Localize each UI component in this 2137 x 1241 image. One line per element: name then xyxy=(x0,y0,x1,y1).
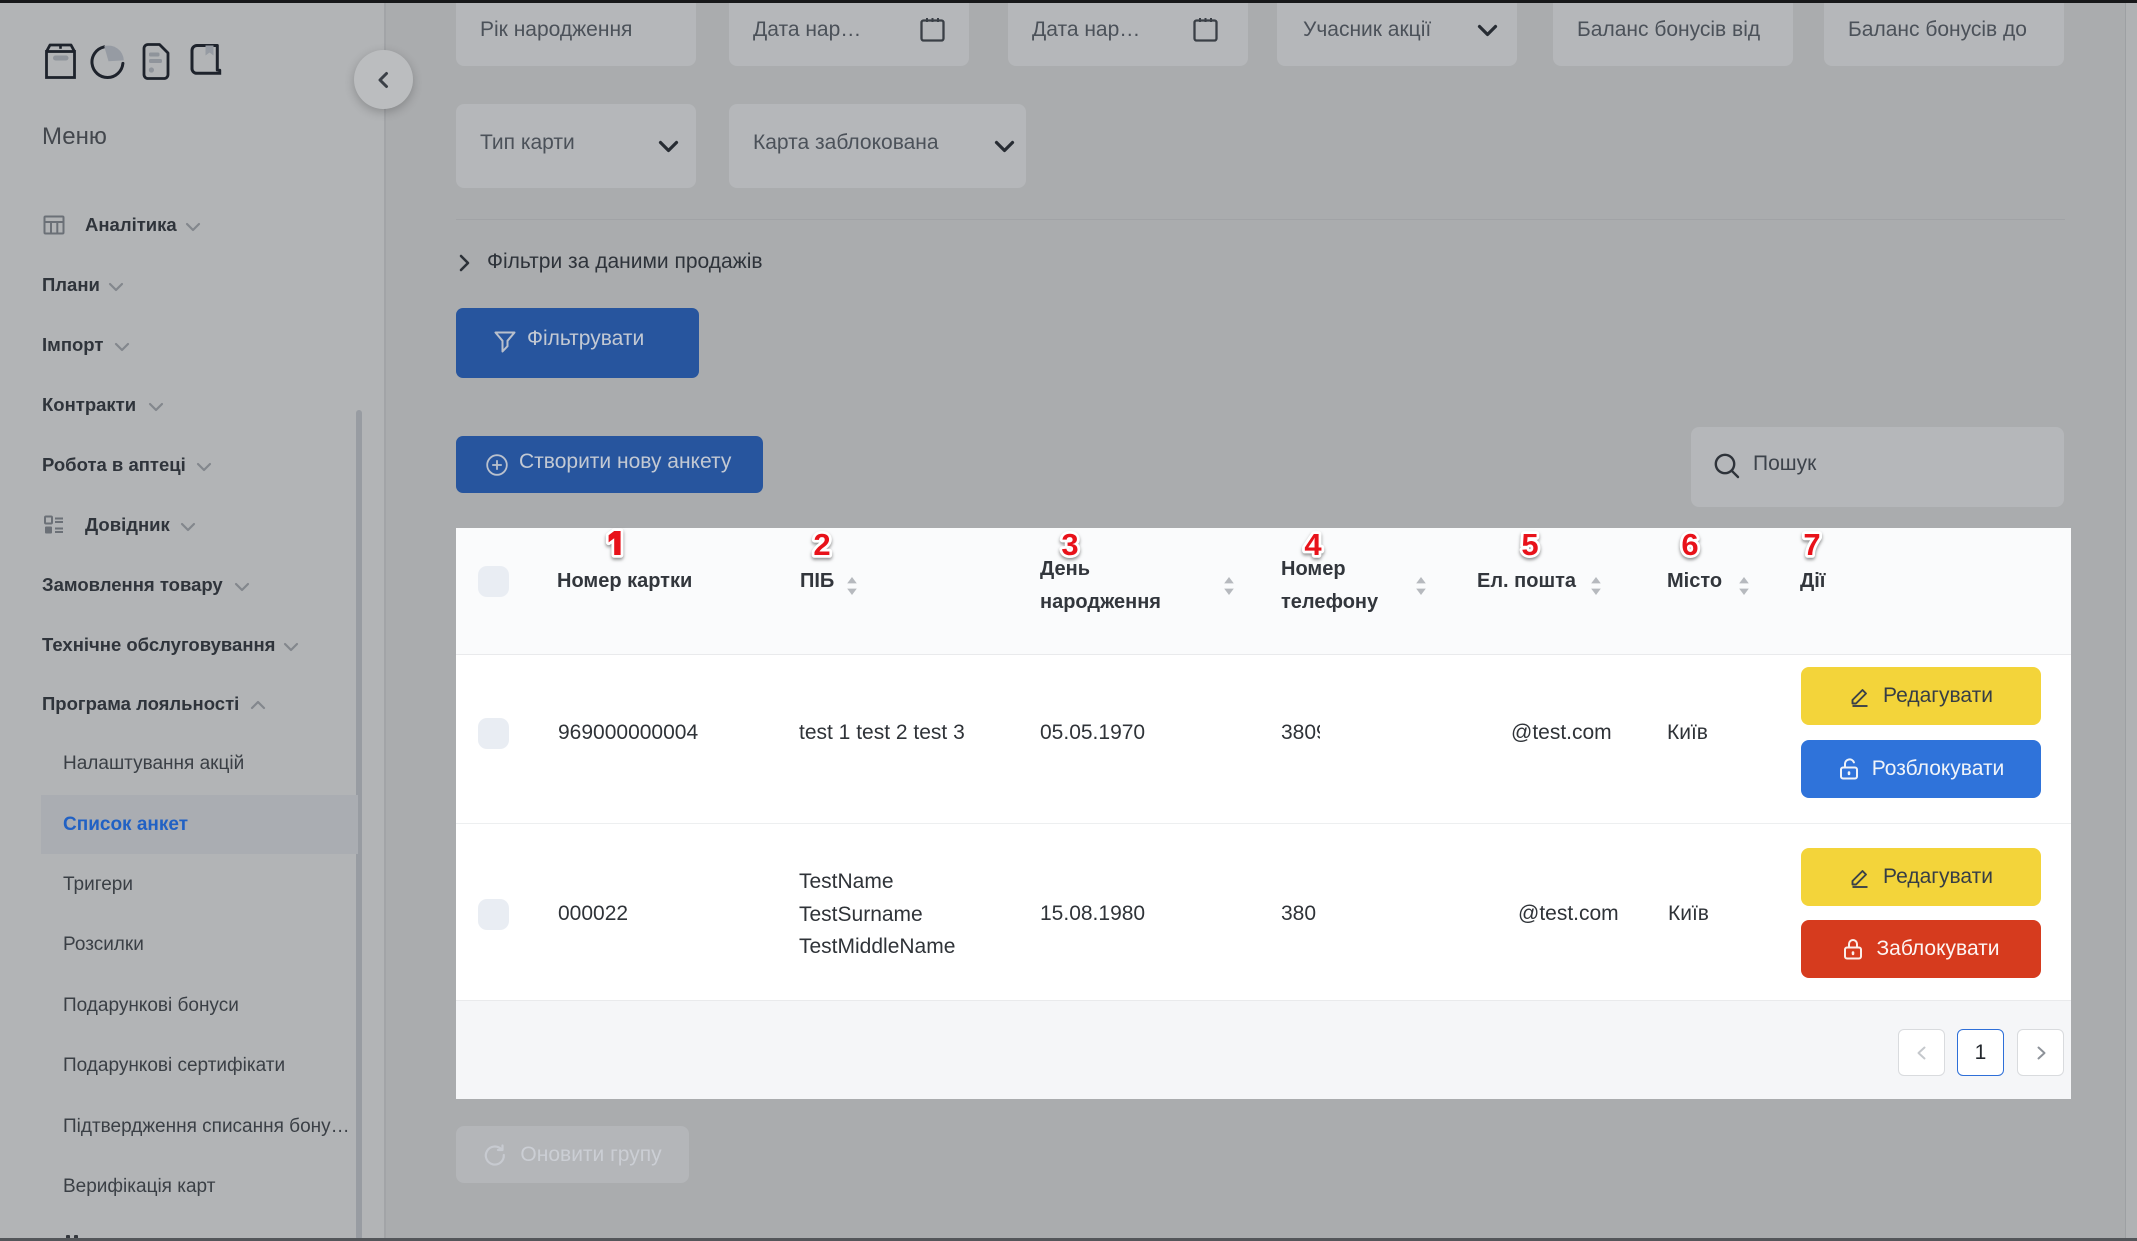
svg-text:7: 7 xyxy=(1803,527,1820,562)
svg-text:6: 6 xyxy=(1681,527,1698,562)
svg-text:4: 4 xyxy=(1304,527,1322,562)
svg-text:3: 3 xyxy=(1061,527,1078,562)
svg-text:2: 2 xyxy=(813,527,830,562)
svg-text:5: 5 xyxy=(1521,527,1538,562)
